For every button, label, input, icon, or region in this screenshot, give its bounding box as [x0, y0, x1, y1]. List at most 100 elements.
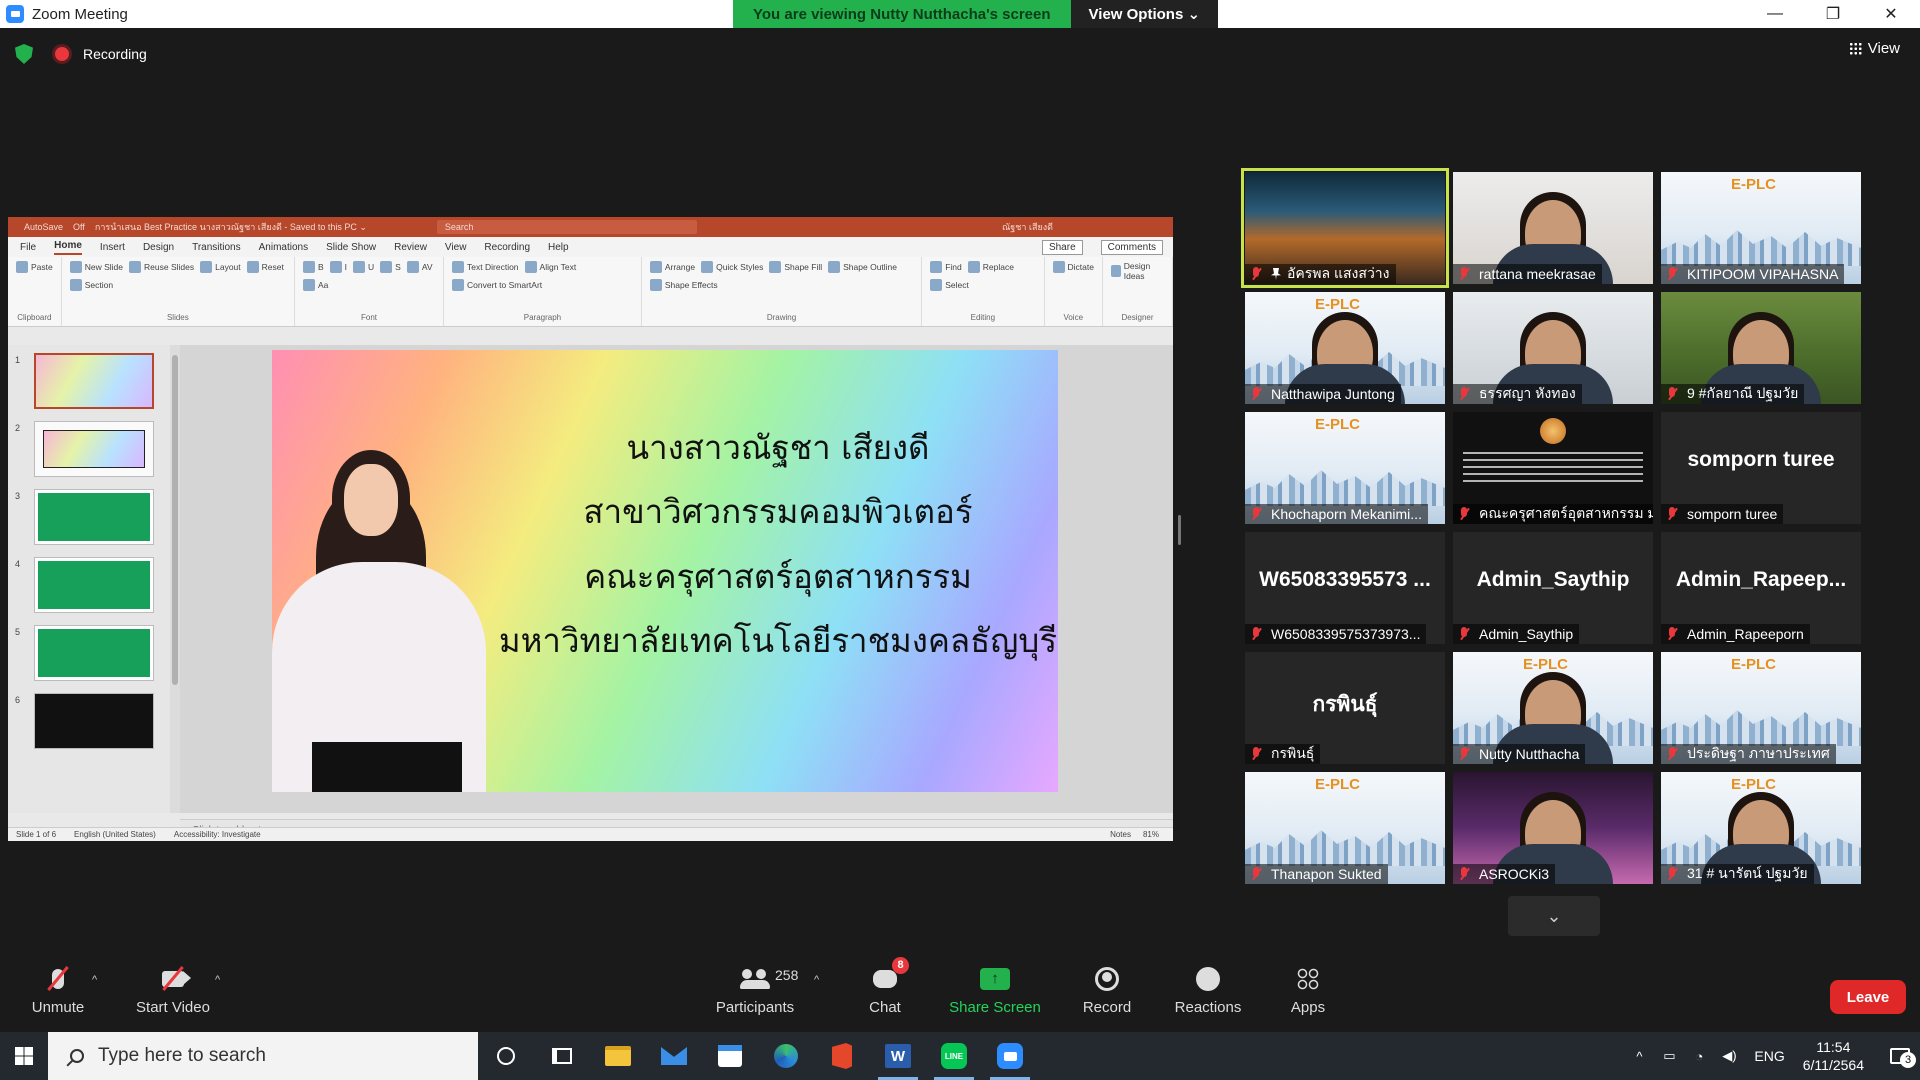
ribbon-button[interactable]: Section: [69, 279, 113, 291]
minimize-button[interactable]: —: [1746, 0, 1804, 28]
thumbnail-scrollbar[interactable]: [170, 345, 180, 813]
notes-toggle[interactable]: Notes: [1110, 830, 1131, 839]
gallery-next-page-button[interactable]: ⌄: [1508, 896, 1600, 936]
participant-tile[interactable]: อัครพล แสงสว่าง: [1241, 168, 1449, 288]
ppt-tab-review[interactable]: Review: [394, 242, 427, 253]
participant-tile[interactable]: somporn turee somporn turee: [1661, 412, 1861, 524]
ribbon-button[interactable]: Layout: [200, 261, 241, 273]
slide-thumbnail[interactable]: [34, 421, 154, 477]
ribbon-button[interactable]: Convert to SmartArt: [452, 279, 542, 291]
cortana-button[interactable]: [478, 1032, 534, 1080]
participant-tile[interactable]: Thanapon Sukted: [1245, 772, 1445, 884]
audio-options-chevron-icon[interactable]: ^: [92, 974, 97, 986]
ppt-share-button[interactable]: Share: [1041, 239, 1083, 255]
autosave-toggle[interactable]: Off: [73, 222, 85, 232]
word-button[interactable]: W: [870, 1032, 926, 1080]
view-options-button[interactable]: View Options ⌄: [1070, 0, 1219, 28]
zoom-taskbar-button[interactable]: [982, 1032, 1038, 1080]
ribbon-button[interactable]: B: [302, 261, 324, 273]
restore-button[interactable]: ❐: [1804, 0, 1862, 28]
participant-tile[interactable]: KITIPOOM VIPAHASNA: [1661, 172, 1861, 284]
participant-tile[interactable]: 31 # นารัตน์ ปฐมวัย: [1661, 772, 1861, 884]
ribbon-button[interactable]: I: [329, 261, 347, 273]
participant-tile[interactable]: ประดิษฐา ภาษาประเทศ: [1661, 652, 1861, 764]
ribbon-button[interactable]: Replace: [967, 261, 1014, 273]
ppt-tab-view[interactable]: View: [445, 242, 467, 253]
ppt-tab-insert[interactable]: Insert: [100, 242, 125, 253]
participant-tile[interactable]: 9 #กัลยาณี ปฐมวัย: [1661, 292, 1861, 404]
ppt-tab-home[interactable]: Home: [54, 240, 82, 255]
current-slide[interactable]: นางสาวณัฐชา เสียงดี สาขาวิศวกรรมคอมพิวเตอ…: [272, 350, 1058, 792]
close-button[interactable]: ✕: [1862, 0, 1920, 28]
apps-button[interactable]: Apps: [1275, 952, 1341, 1028]
ribbon-button[interactable]: U: [353, 261, 374, 273]
participants-options-chevron-icon[interactable]: ^: [814, 974, 819, 986]
slide-thumbnail[interactable]: [34, 625, 154, 681]
ribbon-button[interactable]: S: [380, 261, 401, 273]
ribbon-button[interactable]: Arrange: [649, 261, 695, 273]
ppt-tab-animations[interactable]: Animations: [259, 242, 308, 253]
task-view-button[interactable]: [534, 1032, 590, 1080]
slide-editing-area[interactable]: นางสาวณัฐชา เสียงดี สาขาวิศวกรรมคอมพิวเตอ…: [180, 345, 1173, 813]
language-status[interactable]: English (United States): [74, 830, 156, 839]
start-video-button[interactable]: Start Video: [128, 952, 218, 1028]
participant-tile[interactable]: Admin_Saythip Admin_Saythip: [1453, 532, 1653, 644]
participant-tile[interactable]: กรพินธุ์ กรพินธุ์: [1245, 652, 1445, 764]
security-shield-icon[interactable]: [15, 44, 33, 64]
ribbon-button[interactable]: New Slide: [69, 261, 123, 273]
ppt-tab-help[interactable]: Help: [548, 242, 569, 253]
participant-tile[interactable]: W65083395573 ... W6508339575373973...: [1245, 532, 1445, 644]
slide-thumbnail[interactable]: [34, 693, 154, 749]
shared-screen-powerpoint[interactable]: AutoSave Off การนำเสนอ Best Practice นาง…: [8, 217, 1174, 841]
slide-thumbnail[interactable]: [34, 353, 154, 409]
ribbon-button[interactable]: Shape Effects: [649, 279, 718, 291]
ppt-comments-button[interactable]: Comments: [1100, 239, 1163, 255]
ppt-tab-recording[interactable]: Recording: [484, 242, 530, 253]
leave-button[interactable]: Leave: [1830, 980, 1906, 1014]
battery-icon[interactable]: ▭: [1654, 1048, 1684, 1064]
slide-thumbnail-pane[interactable]: 1 2 3 4 5 6: [8, 345, 180, 813]
file-explorer-button[interactable]: [590, 1032, 646, 1080]
taskbar-clock[interactable]: 11:54 6/11/2564: [1803, 1038, 1864, 1074]
store-button[interactable]: [702, 1032, 758, 1080]
ribbon-button[interactable]: Shape Fill: [769, 261, 822, 273]
slide-thumbnail[interactable]: [34, 489, 154, 545]
ribbon-button[interactable]: Design Ideas: [1110, 261, 1164, 281]
ribbon-button[interactable]: Shape Outline: [828, 261, 897, 273]
ribbon-button[interactable]: Align Text: [524, 261, 576, 273]
zoom-level[interactable]: 81%: [1143, 830, 1159, 839]
ribbon-button[interactable]: Text Direction: [452, 261, 519, 273]
ribbon-button[interactable]: Select: [930, 279, 969, 291]
video-options-chevron-icon[interactable]: ^: [215, 974, 220, 986]
input-language[interactable]: ENG: [1754, 1048, 1784, 1064]
participant-tile[interactable]: Khochaporn Mekanimi...: [1245, 412, 1445, 524]
ribbon-button[interactable]: Quick Styles: [701, 261, 763, 273]
record-button[interactable]: Record: [1072, 952, 1142, 1028]
ribbon-button[interactable]: Aa: [302, 279, 328, 291]
view-button[interactable]: View: [1848, 40, 1900, 57]
ppt-tab-file[interactable]: File: [20, 242, 36, 253]
ppt-search-box[interactable]: Search: [436, 220, 697, 234]
ribbon-button[interactable]: Reset: [246, 261, 284, 273]
office-button[interactable]: [814, 1032, 870, 1080]
ribbon-button[interactable]: Reuse Slides: [129, 261, 194, 273]
tray-overflow-chevron-icon[interactable]: ^: [1624, 1049, 1654, 1064]
participant-tile[interactable]: Nutty Nutthacha: [1453, 652, 1653, 764]
accessibility-status[interactable]: Accessibility: Investigate: [174, 830, 261, 839]
line-button[interactable]: LINE: [926, 1032, 982, 1080]
edge-button[interactable]: [758, 1032, 814, 1080]
ribbon-button[interactable]: Find: [930, 261, 962, 273]
network-icon[interactable]: ◔: [1684, 1049, 1714, 1064]
ribbon-button[interactable]: AV: [406, 261, 433, 273]
ppt-tab-slide-show[interactable]: Slide Show: [326, 242, 376, 253]
ribbon-button[interactable]: Paste: [16, 261, 53, 273]
unmute-button[interactable]: Unmute: [18, 952, 98, 1028]
reactions-button[interactable]: Reactions: [1168, 952, 1248, 1028]
share-screen-button[interactable]: ↑ Share Screen: [945, 952, 1045, 1028]
participants-button[interactable]: 258 Participants: [710, 952, 800, 1028]
split-divider-handle[interactable]: [1178, 515, 1181, 545]
taskbar-search-box[interactable]: Type here to search: [48, 1032, 478, 1080]
action-center-button[interactable]: 3: [1880, 1048, 1920, 1068]
ppt-tab-transitions[interactable]: Transitions: [192, 242, 241, 253]
participant-tile[interactable]: rattana meekrasae: [1453, 172, 1653, 284]
